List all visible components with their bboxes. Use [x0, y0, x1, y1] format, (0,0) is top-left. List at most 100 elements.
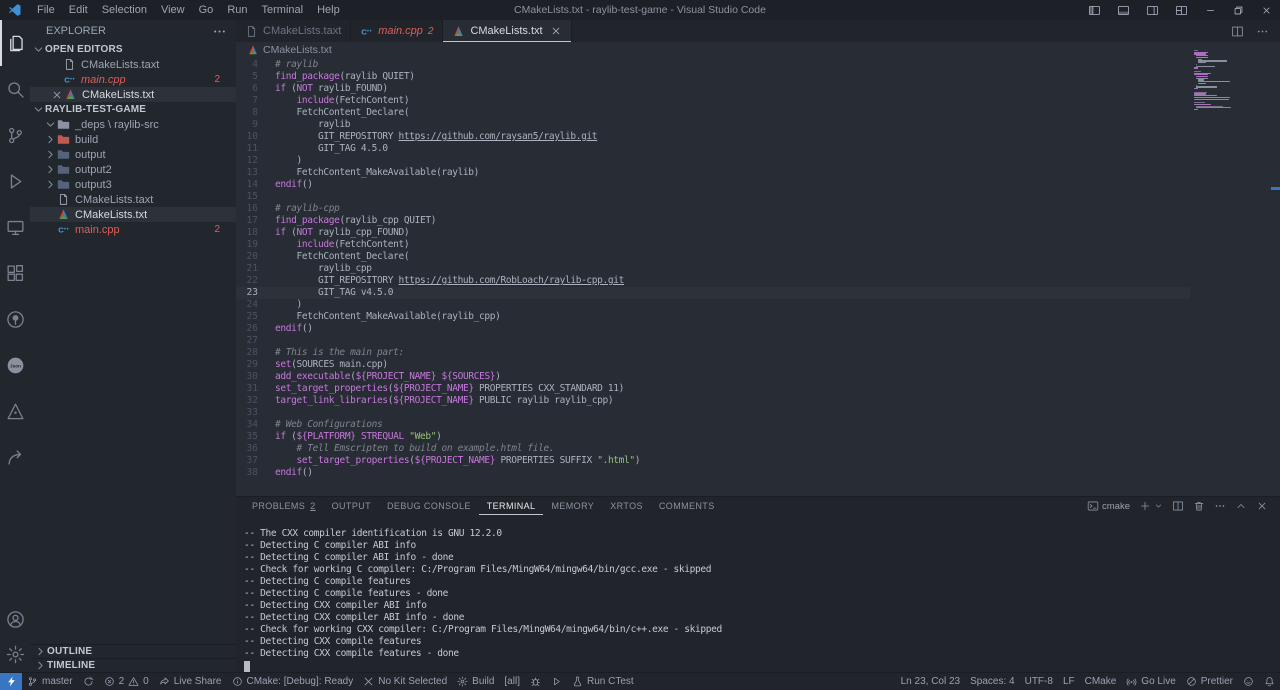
code-line[interactable]: 8 FetchContent_Declare(	[236, 107, 1280, 119]
tree-item[interactable]: build	[30, 132, 236, 147]
explorer-more-actions-icon[interactable]	[212, 24, 227, 39]
tree-item[interactable]: output	[30, 147, 236, 162]
editor-tab[interactable]: CMakeLists.txt	[443, 20, 571, 42]
open-editor-item[interactable]: CMakeLists.txt	[30, 87, 236, 102]
status-language-mode[interactable]: CMake	[1080, 673, 1122, 690]
status-git-sync[interactable]	[78, 673, 99, 690]
status-run-ctest[interactable]: Run CTest	[567, 673, 639, 690]
code-line[interactable]: 25 FetchContent_MakeAvailable(raylib_cpp…	[236, 311, 1280, 323]
workspace-header[interactable]: RAYLIB-TEST-GAME	[30, 102, 236, 117]
menu-go[interactable]: Go	[192, 0, 221, 20]
terminal-output[interactable]: -- The CXX compiler identification is GN…	[236, 515, 1280, 672]
code-line[interactable]: 14endif()	[236, 179, 1280, 191]
code-line[interactable]: 11 GIT_TAG 4.5.0	[236, 143, 1280, 155]
status-problems-summary[interactable]: 20	[99, 673, 154, 690]
tree-item[interactable]: _deps \ raylib-src	[30, 117, 236, 132]
kill-terminal-icon[interactable]	[1193, 500, 1205, 512]
tree-item[interactable]: output2	[30, 162, 236, 177]
panel-tab-terminal[interactable]: TERMINAL	[479, 497, 544, 515]
status-build-target[interactable]: [all]	[499, 673, 525, 690]
code-line[interactable]: 6if (NOT raylib_FOUND)	[236, 83, 1280, 95]
code-line[interactable]: 23 GIT_TAG v4.5.0	[236, 287, 1280, 299]
activity-share-icon[interactable]	[0, 434, 30, 480]
status-encoding[interactable]: UTF-8	[1020, 673, 1058, 690]
code-line[interactable]: 22 GIT_REPOSITORY https://github.com/Rob…	[236, 275, 1280, 287]
menu-help[interactable]: Help	[310, 0, 347, 20]
tree-item[interactable]: CMakeLists.taxt	[30, 192, 236, 207]
tree-item[interactable]: output3	[30, 177, 236, 192]
minimap[interactable]	[1194, 50, 1256, 111]
open-editor-item[interactable]: CMakeLists.taxt	[30, 57, 236, 72]
status-indentation[interactable]: Spaces: 4	[965, 673, 1019, 690]
code-line[interactable]: 37 set_target_properties(${PROJECT_NAME}…	[236, 455, 1280, 467]
status-cursor-position[interactable]: Ln 23, Col 23	[896, 673, 966, 690]
code-line[interactable]: 33	[236, 407, 1280, 419]
terminal-dropdown-icon[interactable]	[1154, 500, 1163, 512]
editor-tab[interactable]: CMakeLists.taxt	[236, 20, 351, 42]
code-line[interactable]: 4# raylib	[236, 59, 1280, 71]
code-editor[interactable]: 4# raylib5find_package(raylib QUIET)6if …	[236, 58, 1280, 496]
activity-search-icon[interactable]	[0, 66, 30, 112]
panel-tab-debug-console[interactable]: DEBUG CONSOLE	[379, 497, 479, 515]
menu-file[interactable]: File	[30, 0, 62, 20]
panel-tab-memory[interactable]: MEMORY	[543, 497, 602, 515]
code-line[interactable]: 38endif()	[236, 467, 1280, 479]
terminal-instance[interactable]: cmake	[1087, 500, 1130, 512]
activity-json-tool-icon[interactable]: Json	[0, 342, 30, 388]
toggle-secondary-sidebar-icon[interactable]	[1146, 4, 1159, 17]
menu-selection[interactable]: Selection	[95, 0, 154, 20]
tree-item[interactable]: C++main.cpp2	[30, 222, 236, 237]
status-feedback[interactable]	[1238, 673, 1259, 690]
code-line[interactable]: 34# Web Configurations	[236, 419, 1280, 431]
activity-account-icon[interactable]	[0, 602, 30, 637]
code-line[interactable]: 7 include(FetchContent)	[236, 95, 1280, 107]
code-line[interactable]: 16# raylib-cpp	[236, 203, 1280, 215]
code-line[interactable]: 36 # Tell Emscripten to build on example…	[236, 443, 1280, 455]
code-line[interactable]: 19 include(FetchContent)	[236, 239, 1280, 251]
panel-tab-output[interactable]: OUTPUT	[324, 497, 379, 515]
status-eol[interactable]: LF	[1058, 673, 1080, 690]
code-line[interactable]: 29set(SOURCES main.cpp)	[236, 359, 1280, 371]
editor-more-actions-icon[interactable]	[1256, 25, 1269, 38]
activity-settings-icon[interactable]	[0, 637, 30, 672]
code-line[interactable]: 5find_package(raylib QUIET)	[236, 71, 1280, 83]
restore-button[interactable]	[1224, 0, 1252, 20]
code-line[interactable]: 24 )	[236, 299, 1280, 311]
status-prettier[interactable]: Prettier	[1181, 673, 1238, 690]
status-cmake-build[interactable]: Build	[452, 673, 499, 690]
code-line[interactable]: 27	[236, 335, 1280, 347]
menu-terminal[interactable]: Terminal	[255, 0, 311, 20]
code-line[interactable]: 31set_target_properties(${PROJECT_NAME} …	[236, 383, 1280, 395]
close-window-button[interactable]	[1252, 0, 1280, 20]
tree-item[interactable]: CMakeLists.txt	[30, 207, 236, 222]
split-editor-icon[interactable]	[1231, 25, 1244, 38]
panel-tab-problems[interactable]: PROBLEMS2	[244, 497, 324, 515]
close-icon[interactable]	[550, 25, 562, 37]
code-line[interactable]: 28# This is the main part:	[236, 347, 1280, 359]
code-line[interactable]: 20 FetchContent_Declare(	[236, 251, 1280, 263]
outline-header[interactable]: OUTLINE	[30, 644, 236, 658]
code-line[interactable]: 15	[236, 191, 1280, 203]
maximize-panel-icon[interactable]	[1235, 500, 1247, 512]
code-line[interactable]: 12 )	[236, 155, 1280, 167]
panel-tab-xrtos[interactable]: XRTOS	[602, 497, 651, 515]
code-line[interactable]: 10 GIT_REPOSITORY https://github.com/ray…	[236, 131, 1280, 143]
code-line[interactable]: 32target_link_libraries(${PROJECT_NAME} …	[236, 395, 1280, 407]
code-line[interactable]: 30add_executable(${PROJECT_NAME} ${SOURC…	[236, 371, 1280, 383]
customize-layout-icon[interactable]	[1175, 4, 1188, 17]
status-cmake-variant[interactable]: CMake: [Debug]: Ready	[227, 673, 359, 690]
timeline-header[interactable]: TIMELINE	[30, 658, 236, 672]
status-go-live[interactable]: Go Live	[1121, 673, 1180, 690]
panel-more-actions-icon[interactable]	[1214, 500, 1226, 512]
minimize-button[interactable]	[1196, 0, 1224, 20]
activity-github-icon[interactable]	[0, 296, 30, 342]
activity-extensions-icon[interactable]	[0, 250, 30, 296]
code-line[interactable]: 17find_package(raylib_cpp QUIET)	[236, 215, 1280, 227]
toggle-sidebar-icon[interactable]	[1088, 4, 1101, 17]
status-debug-target[interactable]	[525, 673, 546, 690]
status-live-share[interactable]: Live Share	[154, 673, 227, 690]
editor-tab[interactable]: C++main.cpp2	[351, 20, 443, 42]
code-line[interactable]: 21 raylib_cpp	[236, 263, 1280, 275]
activity-remote-explorer-icon[interactable]	[0, 204, 30, 250]
menu-edit[interactable]: Edit	[62, 0, 95, 20]
